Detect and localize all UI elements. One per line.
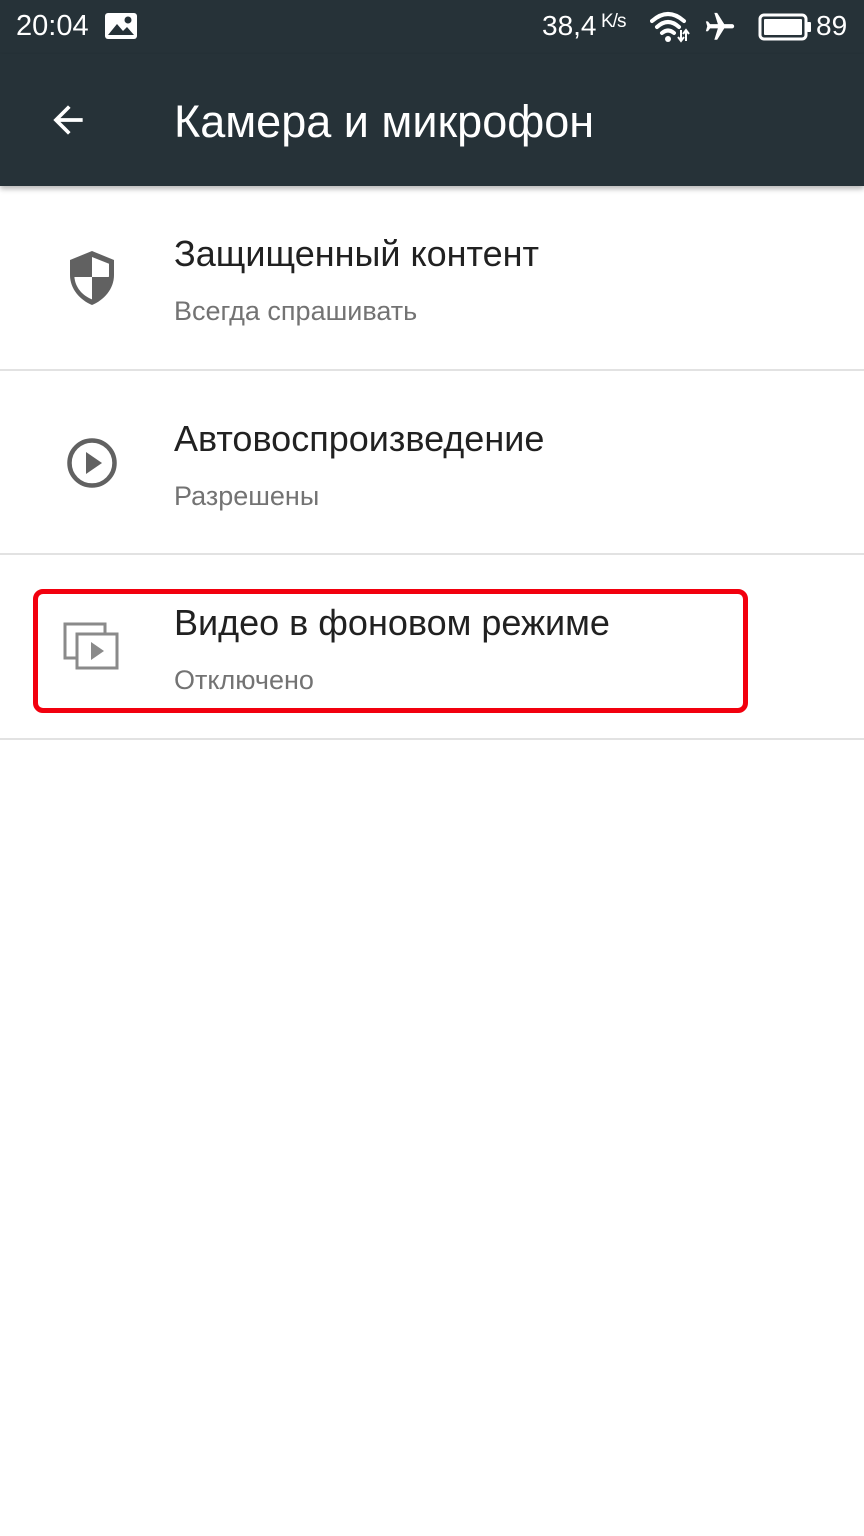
setting-summary: Всегда спрашивать xyxy=(174,296,418,326)
airplane-mode-icon xyxy=(702,10,738,49)
setting-protected-content[interactable]: Защищенный контент Всегда спрашивать xyxy=(0,186,864,371)
wifi-icon xyxy=(650,10,690,49)
battery-level: 89 xyxy=(816,10,848,41)
network-speed-unit: K/s xyxy=(601,11,626,32)
setting-title: Видео в фоновом режиме xyxy=(174,602,610,643)
setting-summary: Разрешены xyxy=(174,481,320,511)
battery-icon xyxy=(758,12,812,47)
setting-autoplay[interactable]: Автовоспроизведение Разрешены xyxy=(0,371,864,555)
settings-screen: 20:04 38,4 K/s 89 Камера и микрофон Защи… xyxy=(0,0,864,1536)
arrow-back-icon xyxy=(53,105,83,135)
setting-summary: Отключено xyxy=(174,665,314,695)
status-bar: 20:04 38,4 K/s 89 xyxy=(0,0,864,54)
back-button[interactable] xyxy=(28,80,108,160)
shield-icon xyxy=(60,246,124,310)
network-speed: 38,4 xyxy=(542,10,597,41)
play-circle-icon xyxy=(60,431,124,495)
app-toolbar: Камера и микрофон xyxy=(0,54,864,186)
page-title: Камера и микрофон xyxy=(174,96,595,147)
photo-notification-icon xyxy=(104,12,138,45)
status-time: 20:04 xyxy=(16,10,89,42)
setting-title: Автовоспроизведение xyxy=(174,418,545,459)
setting-title: Защищенный контент xyxy=(174,233,540,274)
settings-list: Защищенный контент Всегда спрашивать Авт… xyxy=(0,186,864,740)
picture-in-picture-icon xyxy=(60,615,124,679)
setting-background-video[interactable]: Видео в фоновом режиме Отключено xyxy=(0,555,864,740)
